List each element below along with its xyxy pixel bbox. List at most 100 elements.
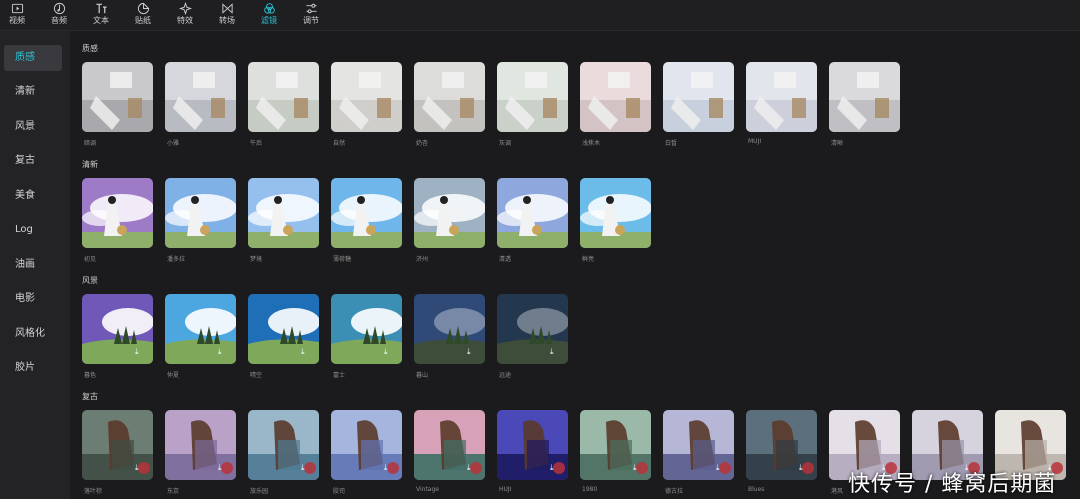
download-icon[interactable]: ⤓ — [799, 464, 807, 472]
filter-card-landscape[interactable]: ⤓ 远途 — [497, 294, 569, 379]
download-icon[interactable]: ⤓ — [467, 348, 475, 356]
toolbar-tab-transition[interactable]: 转场 — [210, 2, 244, 28]
filter-card-texture[interactable]: 小雅 — [165, 62, 237, 147]
filter-card-texture[interactable]: 午后 — [248, 62, 320, 147]
filter-card-fresh[interactable]: 潘多拉 — [165, 178, 237, 263]
filter-card-landscape[interactable]: ⤓ 富士 — [331, 294, 403, 379]
filter-card-retro[interactable]: ⤓ HUJI — [497, 410, 569, 493]
filter-card-retro[interactable]: ⤓ Vintage — [414, 410, 486, 493]
download-icon[interactable]: ⤓ — [550, 348, 558, 356]
filter-card-fresh[interactable]: 薄荷糖 — [331, 178, 403, 263]
filter-card-retro[interactable]: ⤓ 1980 — [580, 410, 652, 493]
filter-label: 潘多拉 — [167, 256, 186, 263]
filter-thumbnail[interactable] — [580, 178, 651, 248]
filter-card-retro[interactable]: ⤓ 旅乐园 — [248, 410, 320, 495]
filter-card-fresh[interactable]: 济州 — [414, 178, 486, 263]
download-icon[interactable]: ⤓ — [218, 348, 226, 356]
filter-card-texture[interactable]: 浅焦木 — [580, 62, 652, 147]
filter-card-landscape[interactable]: ⤓ 暮色 — [82, 294, 154, 379]
filter-card-fresh[interactable]: 鲜亮 — [580, 178, 652, 263]
filter-thumbnail[interactable]: ⤓ — [165, 410, 236, 480]
filter-card-retro[interactable]: ⤓ 胶司 — [331, 410, 403, 495]
filter-thumbnail[interactable] — [82, 62, 153, 132]
filter-thumbnail[interactable]: ⤓ — [663, 410, 734, 480]
sidebar-item-stylized[interactable]: 风格化 — [4, 321, 62, 347]
filter-thumbnail[interactable]: ⤓ — [165, 294, 236, 364]
filter-thumbnail[interactable]: ⤓ — [331, 410, 402, 480]
filter-card-landscape[interactable]: ⤓ 晴空 — [248, 294, 320, 379]
toolbar-tab-audio[interactable]: 音频 — [42, 2, 76, 28]
filter-card-landscape[interactable]: ⤓ 仲夏 — [165, 294, 237, 379]
filter-card-retro[interactable]: ⤓ 东京 — [165, 410, 237, 495]
sidebar-item-landscape[interactable]: 风景 — [4, 114, 62, 140]
filter-thumbnail[interactable]: ⤓ — [580, 410, 651, 480]
filter-card-retro[interactable]: ⤓ 德古拉 — [663, 410, 735, 495]
download-icon[interactable]: ⤓ — [467, 464, 475, 472]
filter-thumbnail[interactable]: ⤓ — [82, 410, 153, 480]
filter-card-retro[interactable]: ⤓ Blues — [746, 410, 818, 493]
toolbar-tab-adjust[interactable]: 调节 — [294, 2, 328, 28]
filter-thumbnail[interactable]: ⤓ — [248, 294, 319, 364]
filter-card-fresh[interactable]: 初见 — [82, 178, 154, 263]
filter-thumbnail[interactable] — [497, 178, 568, 248]
filter-card-texture[interactable]: 自然 — [331, 62, 403, 147]
filter-card-texture[interactable]: MUJI — [746, 62, 818, 145]
toolbar-tab-effects[interactable]: 特效 — [168, 2, 202, 28]
sidebar-item-food[interactable]: 美食 — [4, 183, 62, 209]
sidebar-item-retro[interactable]: 复古 — [4, 148, 62, 174]
filter-thumbnail[interactable] — [165, 62, 236, 132]
music-note-icon — [53, 2, 65, 15]
filter-thumbnail[interactable]: ⤓ — [248, 410, 319, 480]
filter-card-landscape[interactable]: ⤓ 暮山 — [414, 294, 486, 379]
filter-thumbnail[interactable] — [331, 62, 402, 132]
toolbar-tab-filter[interactable]: 滤镜 — [252, 2, 286, 28]
filter-thumbnail[interactable] — [663, 62, 734, 132]
filter-thumbnail[interactable] — [497, 62, 568, 132]
download-icon[interactable]: ⤓ — [218, 464, 226, 472]
filter-thumbnail[interactable]: ⤓ — [497, 410, 568, 480]
filter-thumbnail[interactable]: ⤓ — [414, 294, 485, 364]
filter-card-texture[interactable]: 白皙 — [663, 62, 735, 147]
filter-card-texture[interactable]: 奶杏 — [414, 62, 486, 147]
filter-thumbnail[interactable]: ⤓ — [331, 294, 402, 364]
filter-card-texture[interactable]: 灰调 — [497, 62, 569, 147]
toolbar-tab-text[interactable]: 文本 — [84, 2, 118, 28]
filter-card-fresh[interactable]: 梦境 — [248, 178, 320, 263]
filter-thumbnail[interactable] — [82, 178, 153, 248]
filter-thumbnail[interactable] — [248, 62, 319, 132]
filter-thumbnail[interactable]: ⤓ — [497, 294, 568, 364]
download-icon[interactable]: ⤓ — [301, 464, 309, 472]
download-icon[interactable]: ⤓ — [384, 464, 392, 472]
filter-thumbnail[interactable] — [414, 62, 485, 132]
filter-thumbnail[interactable] — [414, 178, 485, 248]
filter-card-texture[interactable]: 暗调 — [82, 62, 154, 147]
filter-thumbnail[interactable] — [331, 178, 402, 248]
filter-thumbnail[interactable]: ⤓ — [746, 410, 817, 480]
sidebar-item-oil-painting[interactable]: 油画 — [4, 252, 62, 278]
download-icon[interactable]: ⤓ — [135, 348, 143, 356]
filter-card-retro[interactable]: ⤓ 落叶棕 — [82, 410, 154, 495]
download-icon[interactable]: ⤓ — [384, 348, 392, 356]
filter-preview-image — [580, 178, 651, 248]
sidebar-item-fresh[interactable]: 清新 — [4, 79, 62, 105]
toolbar-tab-sticker[interactable]: 贴纸 — [126, 2, 160, 28]
filter-card-texture[interactable]: 清晰 — [829, 62, 901, 147]
sidebar-item-film[interactable]: 胶片 — [4, 355, 62, 381]
download-icon[interactable]: ⤓ — [633, 464, 641, 472]
download-icon[interactable]: ⤓ — [550, 464, 558, 472]
filter-thumbnail[interactable] — [746, 62, 817, 132]
download-icon[interactable]: ⤓ — [301, 348, 309, 356]
filter-card-fresh[interactable]: 清透 — [497, 178, 569, 263]
filter-thumbnail[interactable] — [580, 62, 651, 132]
toolbar-tab-video[interactable]: 视频 — [0, 2, 34, 28]
download-icon[interactable]: ⤓ — [716, 464, 724, 472]
sidebar-item-movie[interactable]: 电影 — [4, 286, 62, 312]
filter-thumbnail[interactable] — [165, 178, 236, 248]
sidebar-item-texture[interactable]: 质感 — [4, 45, 62, 71]
filter-thumbnail[interactable]: ⤓ — [82, 294, 153, 364]
filter-thumbnail[interactable] — [829, 62, 900, 132]
filter-thumbnail[interactable]: ⤓ — [414, 410, 485, 480]
sidebar-item-log[interactable]: Log — [4, 217, 62, 243]
filter-thumbnail[interactable] — [248, 178, 319, 248]
download-icon[interactable]: ⤓ — [135, 464, 143, 472]
